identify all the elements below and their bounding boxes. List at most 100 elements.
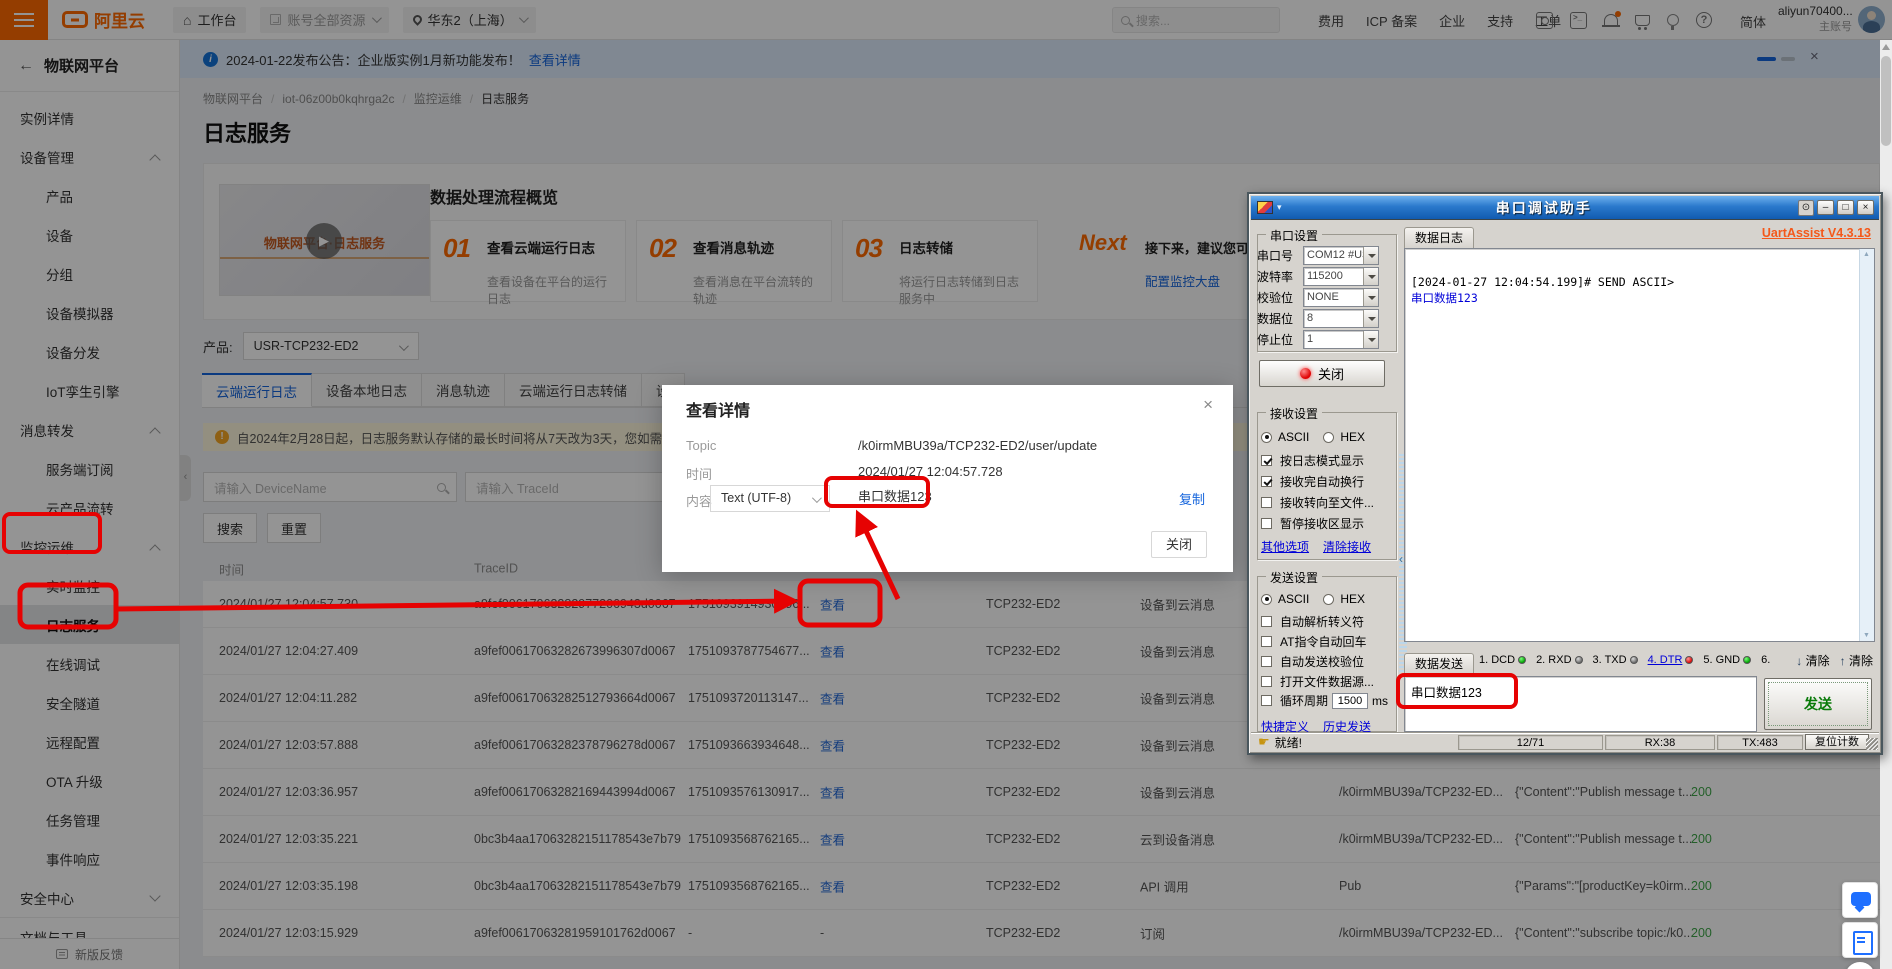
port-field: 数据位 8	[1257, 309, 1379, 328]
status-hand-icon: ☛	[1258, 734, 1270, 750]
checkbox-icon[interactable]	[1261, 497, 1272, 508]
port-field: 校验位 NONE	[1257, 288, 1379, 307]
down-arrow-icon: ↓	[1796, 654, 1805, 668]
receive-link[interactable]: 清除接收	[1323, 538, 1371, 555]
send-option-label: AT指令自动回车	[1280, 633, 1366, 650]
port-field: 波特率 115200	[1257, 267, 1379, 286]
resize-grip[interactable]	[1866, 738, 1878, 750]
port-field-select[interactable]: 115200	[1303, 267, 1379, 286]
pin-indicator[interactable]: 3. TXD	[1593, 654, 1638, 666]
serial-titlebar[interactable]: ▾ 串口调试助手 ⊙ – □ ×	[1251, 196, 1879, 220]
send-format-radios: ASCII HEX	[1261, 592, 1365, 606]
chevron-down-icon	[812, 493, 822, 503]
send-input-area[interactable]: 串口数据123	[1404, 676, 1757, 732]
send-option[interactable]: 自动解析转义符	[1261, 613, 1364, 630]
checkbox-icon[interactable]	[1261, 476, 1272, 487]
window-close-icon[interactable]: ×	[1857, 200, 1874, 215]
modal-close-button[interactable]: 关闭	[1151, 531, 1207, 558]
topic-label: Topic	[686, 438, 716, 453]
pin-indicator[interactable]: 2. RXD	[1536, 654, 1582, 666]
doc-widget-button[interactable]	[1842, 922, 1878, 958]
ascii-radio[interactable]	[1261, 432, 1272, 443]
chat-widget-button[interactable]	[1842, 882, 1878, 918]
send-option[interactable]: AT指令自动回车	[1261, 633, 1366, 650]
pin-indicator[interactable]: 5. GND	[1703, 654, 1751, 666]
modal-title: 查看详情	[686, 397, 750, 421]
port-field-select[interactable]: 8	[1303, 309, 1379, 328]
port-field-select[interactable]: 1	[1303, 330, 1379, 349]
pin-led-icon	[1630, 656, 1638, 664]
scrollbar-thumb[interactable]	[1881, 56, 1891, 146]
send-option[interactable]: 打开文件数据源...	[1261, 673, 1374, 690]
checkbox-icon[interactable]	[1261, 616, 1272, 627]
dropdown-icon[interactable]	[1363, 268, 1378, 285]
expand-widgets-button[interactable]: ›	[1845, 962, 1875, 969]
checkbox-icon[interactable]	[1261, 676, 1272, 687]
log-line-data: 串口数据123	[1405, 289, 1874, 306]
checkbox-icon[interactable]	[1261, 656, 1272, 667]
receive-option-label: 接收完自动换行	[1280, 473, 1364, 490]
pin-indicator[interactable]: 4. DTR	[1648, 654, 1694, 666]
scrollbar-up-icon[interactable]	[1882, 42, 1890, 50]
receive-option[interactable]: 暂停接收区显示	[1261, 515, 1364, 532]
pin-name: 3. TXD	[1593, 654, 1627, 666]
receive-option-label: 暂停接收区显示	[1280, 515, 1364, 532]
receive-option-label: 接收转向至文件...	[1280, 494, 1374, 511]
time-label: 时间	[686, 464, 712, 483]
port-field-select[interactable]: NONE	[1303, 288, 1379, 307]
receive-option[interactable]: 接收转向至文件...	[1261, 494, 1374, 511]
checkbox-icon[interactable]	[1261, 636, 1272, 647]
serial-assistant-window: ▾ 串口调试助手 ⊙ – □ × 串口设置 串口号 COM12 #US 波特率	[1247, 192, 1883, 755]
copy-link[interactable]: 复制	[1179, 489, 1205, 508]
clear-receive-button[interactable]: ↓ 清除	[1796, 652, 1829, 669]
port-field-label: 串口号	[1257, 247, 1303, 264]
data-log-area[interactable]: [2024-01-27 12:04:54.199]# SEND ASCII> 串…	[1404, 248, 1875, 642]
pin-indicator[interactable]: 6.	[1761, 654, 1770, 666]
receive-option[interactable]: 按日志模式显示	[1261, 452, 1364, 469]
clear-send-button[interactable]: ↑ 清除	[1840, 652, 1873, 669]
floating-widgets: ›	[1842, 882, 1880, 969]
dropdown-icon[interactable]	[1363, 247, 1378, 264]
data-send-tab[interactable]: 数据发送	[1404, 653, 1474, 674]
checkbox-icon[interactable]	[1261, 518, 1272, 529]
log-line: [2024-01-27 12:04:54.199]# SEND ASCII>	[1405, 249, 1874, 289]
serial-app-icon[interactable]	[1257, 201, 1273, 214]
log-scrollbar[interactable]	[1859, 249, 1874, 641]
titlebar-menu-arrow-icon[interactable]: ▾	[1277, 202, 1282, 213]
minimize-icon[interactable]: –	[1817, 200, 1834, 215]
pin-name: 5. GND	[1703, 654, 1740, 666]
ascii-radio[interactable]	[1261, 594, 1272, 605]
send-option[interactable]: 自动发送校验位	[1261, 653, 1364, 670]
cycle-option[interactable]: 循环周期 ms	[1261, 692, 1388, 709]
dropdown-icon[interactable]	[1363, 310, 1378, 327]
checkbox-icon[interactable]	[1261, 695, 1272, 706]
receive-link[interactable]: 其他选项	[1261, 538, 1309, 555]
port-field-label: 数据位	[1257, 310, 1303, 327]
version-link[interactable]: UartAssist V4.3.13	[1762, 226, 1871, 240]
modal-close-icon[interactable]: ×	[1203, 395, 1213, 415]
send-button[interactable]: 发送	[1764, 678, 1872, 730]
send-option-label: 打开文件数据源...	[1280, 673, 1374, 690]
hex-radio[interactable]	[1323, 594, 1334, 605]
cycle-input[interactable]	[1332, 693, 1368, 709]
port-toggle-button[interactable]: 关闭	[1259, 360, 1385, 387]
reset-counter-button[interactable]: 复位计数	[1805, 734, 1869, 750]
hex-radio[interactable]	[1323, 432, 1334, 443]
pin-led-icon	[1575, 656, 1583, 664]
dropdown-icon[interactable]	[1363, 331, 1378, 348]
content-value: 串口数据123	[858, 486, 932, 505]
topic-value: /k0irmMBU39a/TCP232-ED2/user/update	[858, 438, 1097, 453]
receive-option[interactable]: 接收完自动换行	[1261, 473, 1364, 490]
checkbox-icon[interactable]	[1261, 455, 1272, 466]
dropdown-icon[interactable]	[1363, 289, 1378, 306]
serial-statusbar: ☛ 就绪! 12/71 RX:38 TX:483 复位计数	[1251, 732, 1879, 751]
port-field-select[interactable]: COM12 #US	[1303, 246, 1379, 265]
pin-window-icon[interactable]: ⊙	[1798, 200, 1814, 216]
data-log-tab[interactable]: 数据日志	[1404, 227, 1474, 248]
up-arrow-icon: ↑	[1840, 654, 1849, 668]
screen: 阿里云 ⌂ 工作台 账号全部资源 华东2（上海） 搜索... 费用ICP 备案企…	[0, 0, 1892, 969]
maximize-icon[interactable]: □	[1837, 200, 1854, 215]
encoding-select[interactable]: Text (UTF-8)	[710, 485, 830, 512]
pin-indicator[interactable]: 1. DCD	[1479, 654, 1526, 666]
clear-buttons: ↓ 清除 ↑ 清除	[1796, 652, 1873, 669]
